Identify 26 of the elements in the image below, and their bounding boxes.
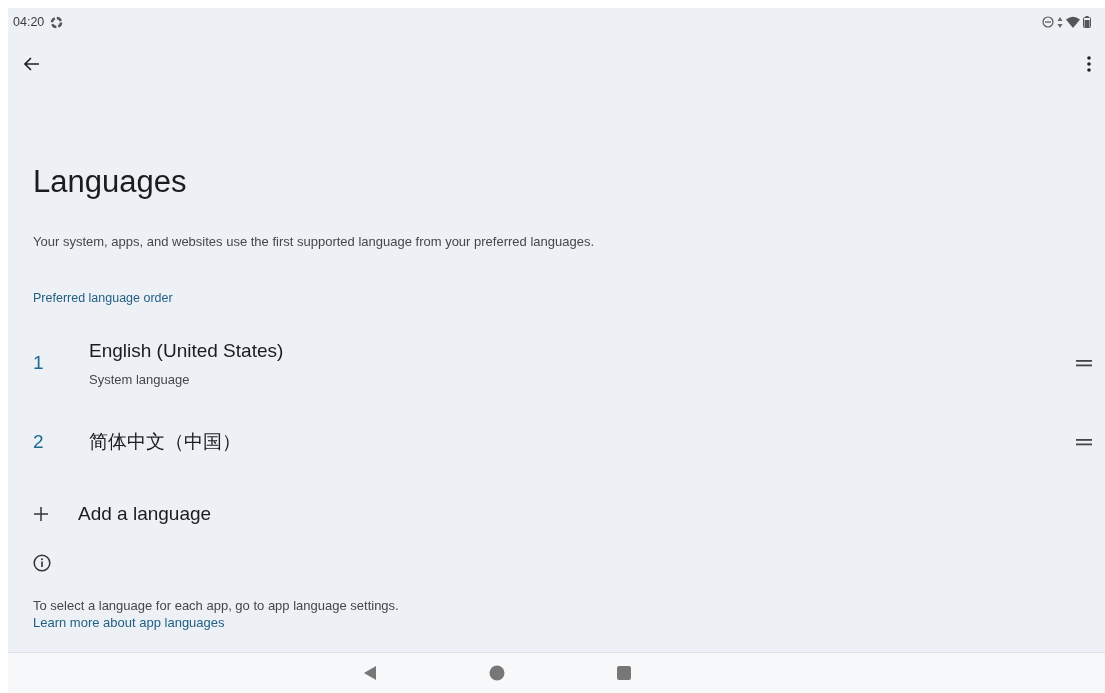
app-languages-link[interactable]: Learn more about app languages — [33, 615, 225, 630]
order-number: 2 — [33, 431, 45, 453]
back-arrow-icon[interactable] — [24, 57, 40, 71]
recents-square-icon[interactable] — [616, 666, 631, 680]
description-text: Your system, apps, and websites use the first supported language from your preferred languages. — [33, 234, 595, 249]
home-circle-icon[interactable] — [488, 665, 505, 681]
add-language-link[interactable]: Add a language — [78, 503, 212, 525]
plus-icon[interactable] — [33, 506, 49, 522]
do-not-disturb-icon — [1042, 16, 1054, 28]
language-name[interactable]: English (United States) — [89, 339, 1075, 362]
order-number: 1 — [33, 352, 45, 374]
status-time: 04:20 — [13, 15, 45, 29]
wifi-icon — [1066, 16, 1080, 28]
sync-icon — [50, 15, 64, 29]
page-title: Languages — [33, 163, 188, 201]
footer-text: To select a language for each app, go to app language settings. — [33, 598, 400, 613]
section-header: Preferred language order — [33, 291, 174, 305]
battery-icon — [1083, 16, 1091, 28]
language-subtitle: System language — [89, 371, 191, 387]
data-arrows-icon — [1057, 16, 1063, 28]
drag-handle-icon[interactable] — [1075, 437, 1093, 447]
back-triangle-icon[interactable] — [362, 665, 377, 681]
more-options-icon[interactable] — [1087, 56, 1091, 72]
info-icon — [33, 554, 51, 572]
language-name[interactable]: 简体中文（中国） — [89, 429, 1075, 455]
drag-handle-icon[interactable] — [1075, 358, 1093, 368]
